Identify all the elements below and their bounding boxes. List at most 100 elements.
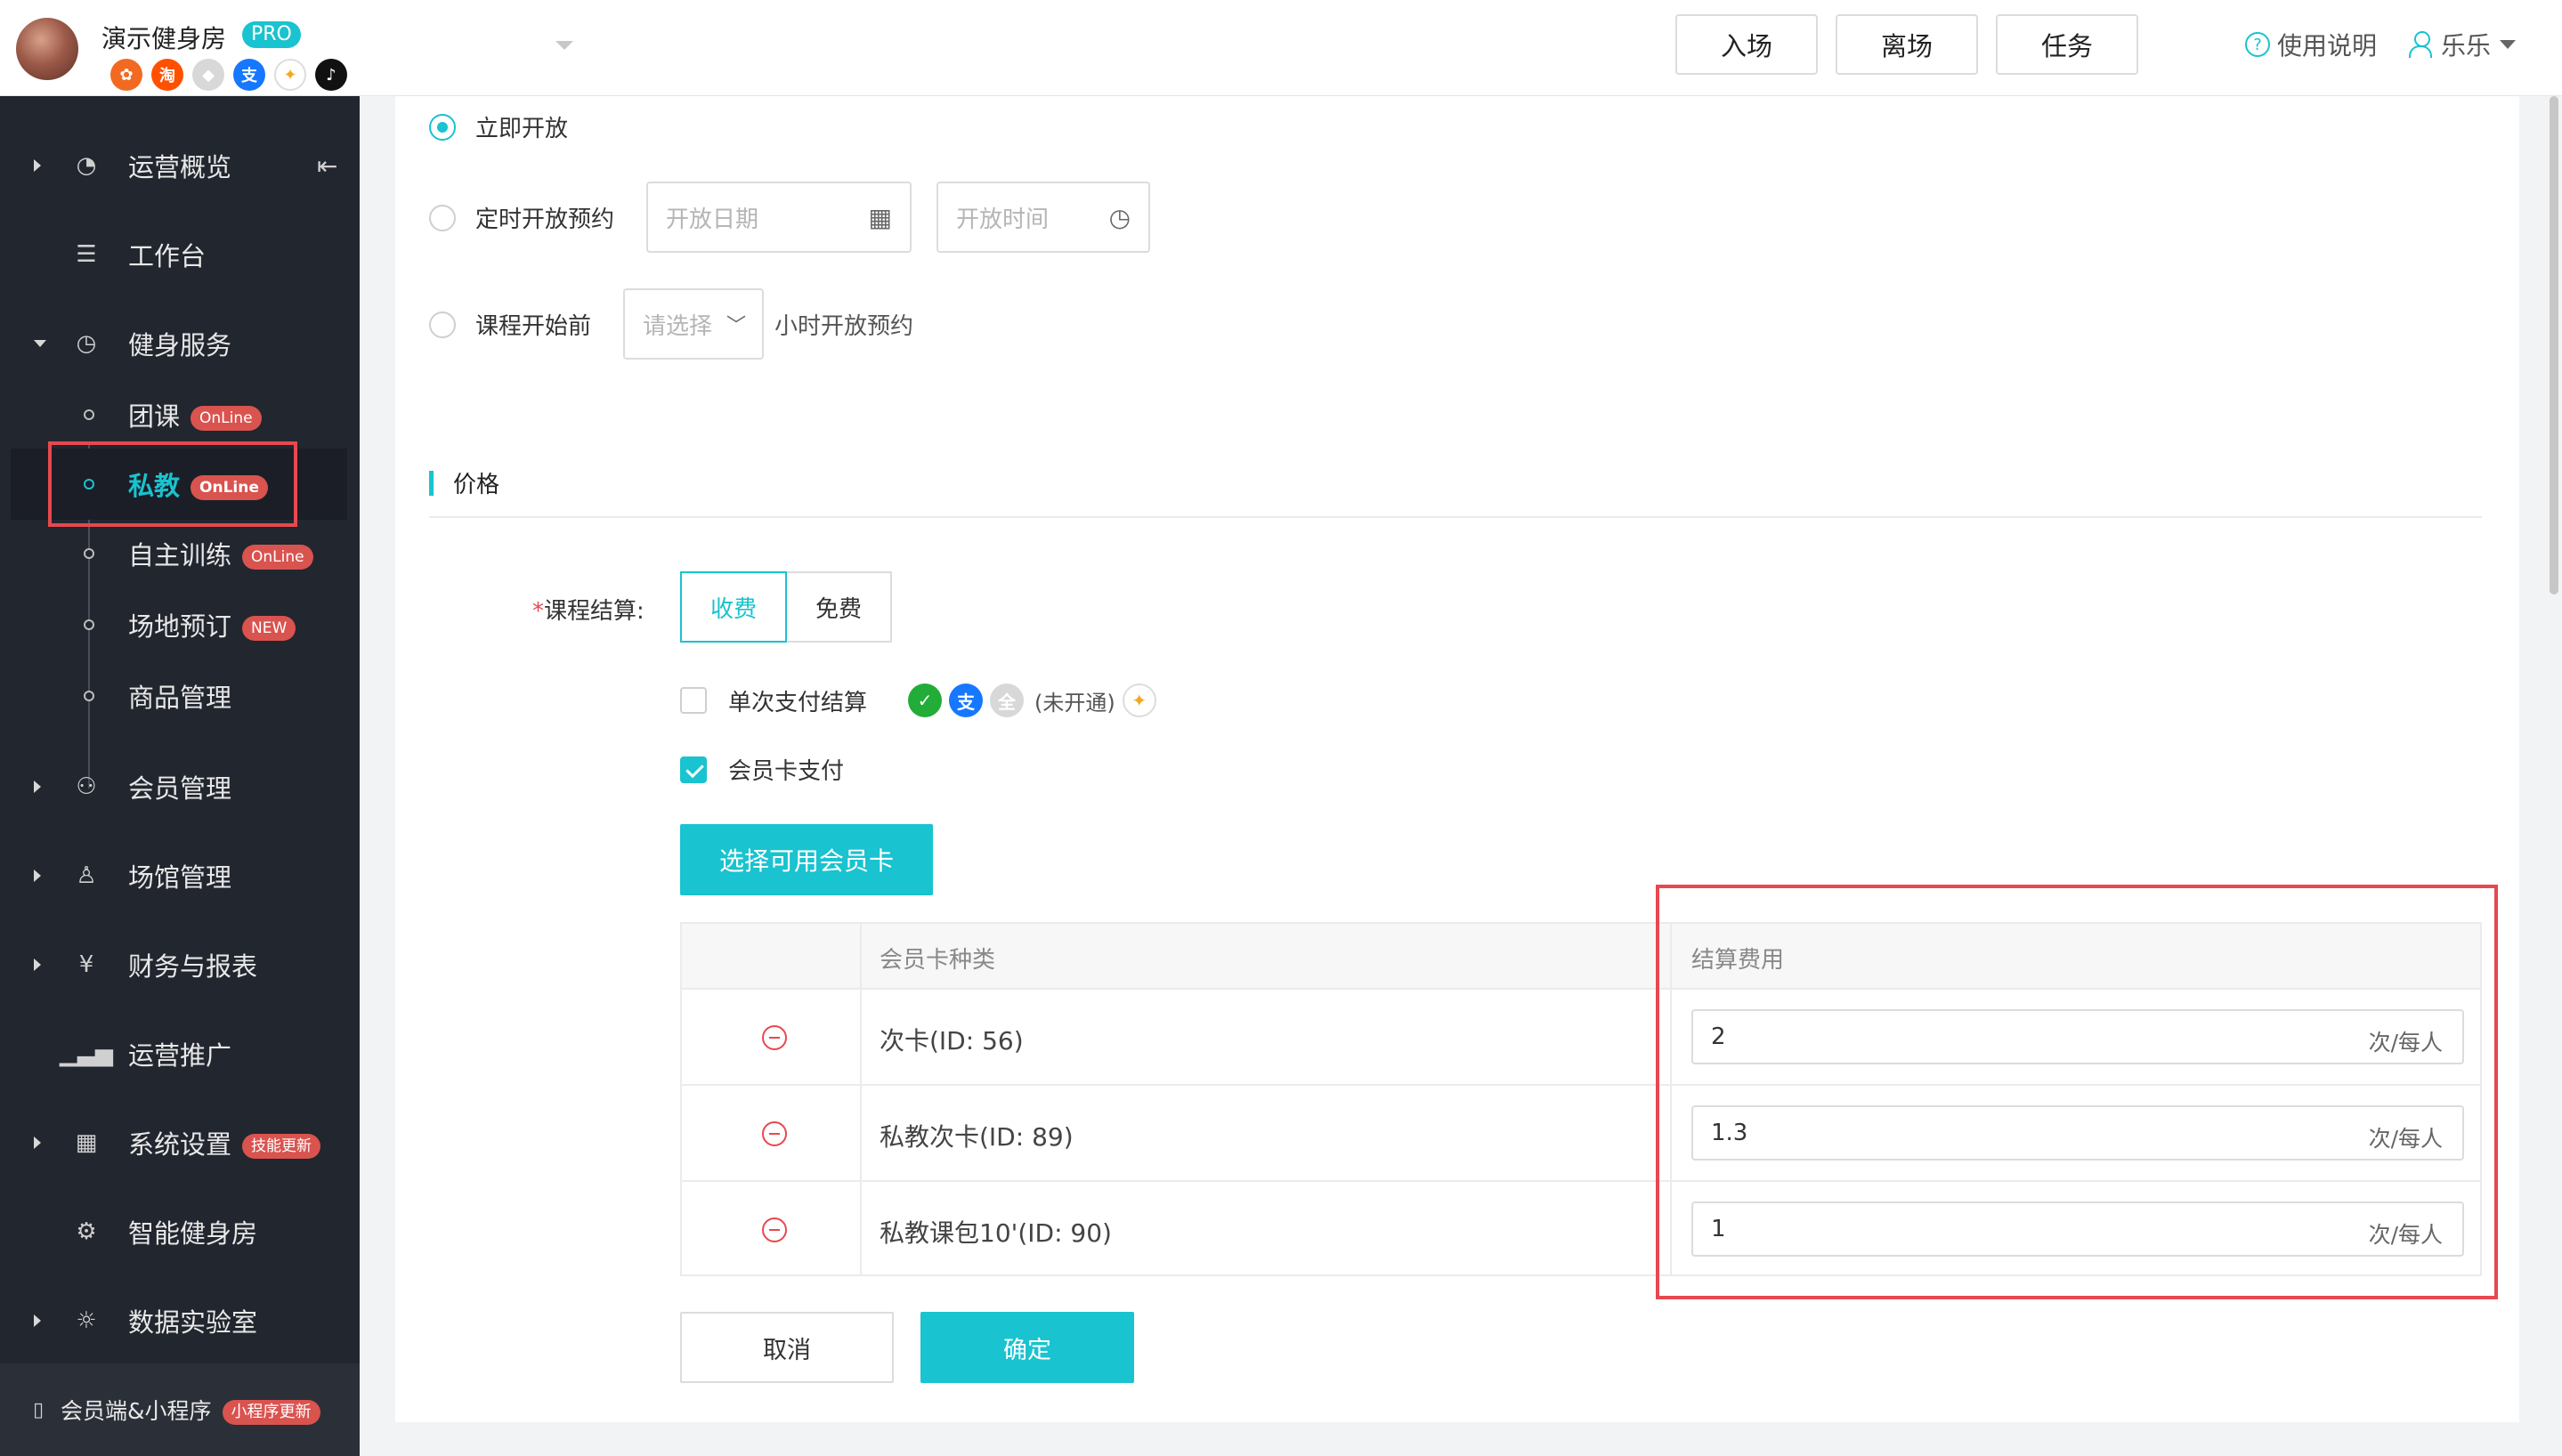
card-pay-option[interactable]: 会员卡支付 bbox=[680, 753, 844, 786]
cancel-button[interactable]: 取消 bbox=[680, 1312, 894, 1383]
remove-circle-icon[interactable] bbox=[762, 1025, 787, 1050]
tasks-button[interactable]: 任务 bbox=[1996, 14, 2138, 75]
open-now-option[interactable]: 立即开放 bbox=[429, 110, 568, 143]
hours-select[interactable]: 请选择 ﹀ bbox=[623, 288, 764, 360]
sidebar-item-smart-gym[interactable]: ⚙ 智能健身房 bbox=[0, 1196, 360, 1267]
help-label: 使用说明 bbox=[2277, 31, 2378, 61]
clock-icon: ◷ bbox=[76, 330, 97, 357]
card-pay-label: 会员卡支付 bbox=[728, 758, 845, 785]
sidebar-item-data-lab[interactable]: ☼ 数据实验室 bbox=[0, 1285, 360, 1356]
scheduled-label: 定时开放预约 bbox=[475, 206, 615, 233]
sidebar-item-overview[interactable]: ◔ 运营概览 ⇤ bbox=[0, 130, 360, 201]
expand-arrow-icon bbox=[34, 959, 41, 971]
col-card-type: 会员卡种类 bbox=[880, 947, 996, 974]
expand-arrow-icon bbox=[34, 1314, 41, 1327]
gym-switch-caret-icon[interactable] bbox=[555, 41, 573, 50]
sidebar-item-promotion[interactable]: ▁▃▅ 运营推广 bbox=[0, 1018, 360, 1089]
phone-icon: ▯ bbox=[32, 1398, 45, 1421]
hours-suffix: 小时开放预约 bbox=[774, 313, 914, 340]
scheduled-option[interactable]: 定时开放预约 bbox=[429, 201, 614, 234]
card-type-cell: 次卡(ID: 56) bbox=[880, 1026, 1024, 1056]
free-option[interactable]: 免费 bbox=[785, 571, 892, 643]
card-type-cell: 私教课包10'(ID: 90) bbox=[880, 1218, 1112, 1248]
required-mark: * bbox=[532, 598, 544, 625]
sidebar-sub-venue-booking[interactable]: 场地预订 NEW bbox=[0, 589, 360, 660]
gym-avatar[interactable] bbox=[16, 18, 78, 80]
sidebar-item-label: 运营推广 bbox=[128, 1040, 232, 1071]
submenu-dot-icon bbox=[84, 691, 94, 701]
sidebar-item-finance[interactable]: ¥ 财务与报表 bbox=[0, 929, 360, 1000]
shield-app-icon[interactable]: ◆ bbox=[192, 59, 224, 91]
pie-chart-icon: ◔ bbox=[76, 152, 97, 179]
sidebar-item-label: 工作台 bbox=[128, 241, 207, 271]
submenu-dot-icon bbox=[84, 409, 94, 420]
colorful-app-icon[interactable]: ✦ bbox=[274, 59, 306, 91]
price-title-text: 价格 bbox=[453, 472, 500, 498]
open-date-input[interactable]: 开放日期 ▦ bbox=[646, 182, 912, 253]
sidebar-item-label: 财务与报表 bbox=[128, 951, 258, 982]
sub-item-label: 团课 bbox=[128, 401, 181, 432]
sidebar-item-label: 智能健身房 bbox=[128, 1218, 258, 1249]
sidebar-item-settings[interactable]: ▦ 系统设置 技能更新 bbox=[0, 1107, 360, 1178]
new-tag: NEW bbox=[242, 616, 296, 641]
calendar-icon: ▦ bbox=[868, 202, 892, 232]
linked-apps: ✿ 淘 ◆ 支 ✦ ♪ bbox=[110, 59, 347, 91]
single-pay-option[interactable]: 单次支付结算 ✓ 支 全 (未开通) ✦ bbox=[680, 684, 1156, 717]
sidebar-item-label: 场馆管理 bbox=[128, 862, 232, 893]
radio-unchecked[interactable] bbox=[429, 204, 456, 231]
sidebar-item-fitness[interactable]: ◷ 健身服务 bbox=[0, 308, 360, 379]
members-icon: ⚇ bbox=[76, 773, 97, 800]
meituan-icon[interactable]: ✿ bbox=[110, 59, 142, 91]
card-type-cell: 私教次卡(ID: 89) bbox=[880, 1122, 1074, 1152]
help-link[interactable]: ? 使用说明 bbox=[2245, 27, 2377, 62]
section-divider bbox=[429, 516, 2482, 518]
wechat-pay-icon: ✓ bbox=[908, 684, 943, 717]
user-icon bbox=[2409, 31, 2432, 58]
collapse-arrow-icon bbox=[34, 340, 46, 347]
taobao-icon[interactable]: 淘 bbox=[151, 59, 183, 91]
confirm-button[interactable]: 确定 bbox=[920, 1312, 1134, 1383]
alipay-icon: 支 bbox=[949, 684, 984, 717]
checkbox-checked[interactable] bbox=[680, 756, 707, 783]
hours-select-placeholder: 请选择 bbox=[643, 312, 713, 340]
annotation-highlight-box bbox=[1656, 885, 2498, 1299]
top-bar: 演示健身房 PRO ✿ 淘 ◆ 支 ✦ ♪ 入场 离场 任务 ? 使用说明 乐乐 bbox=[0, 0, 2562, 96]
sidebar-sub-group-class[interactable]: 团课 OnLine bbox=[0, 379, 360, 450]
alipay-icon[interactable]: 支 bbox=[233, 59, 265, 91]
select-cards-button[interactable]: 选择可用会员卡 bbox=[680, 824, 933, 895]
sidebar-item-workbench[interactable]: ☰ 工作台 bbox=[0, 219, 360, 290]
before-course-option[interactable]: 课程开始前 bbox=[429, 308, 591, 341]
question-icon: ? bbox=[2245, 32, 2270, 57]
sidebar-sub-self-training[interactable]: 自主训练 OnLine bbox=[0, 518, 360, 589]
scrollbar[interactable] bbox=[2550, 96, 2558, 595]
sidebar-item-label: 系统设置 bbox=[128, 1129, 232, 1160]
open-time-placeholder: 开放时间 bbox=[956, 206, 1050, 233]
radio-unchecked[interactable] bbox=[429, 311, 456, 338]
leave-button[interactable]: 离场 bbox=[1836, 14, 1978, 75]
gear-icon: ⚙ bbox=[76, 1218, 97, 1245]
sub-item-label: 商品管理 bbox=[128, 683, 232, 713]
enter-button[interactable]: 入场 bbox=[1675, 14, 1818, 75]
sidebar-bottom-miniprogram[interactable]: ▯ 会员端&小程序 小程序更新 bbox=[0, 1363, 360, 1456]
sidebar-item-label: 运营概览 bbox=[128, 152, 232, 182]
sidebar-item-venue[interactable]: ♙ 场馆管理 bbox=[0, 840, 360, 911]
grid-icon: ▦ bbox=[75, 1129, 98, 1156]
sidebar: ◔ 运营概览 ⇤ ☰ 工作台 ◷ 健身服务 团课 OnLine 私教 OnLine … bbox=[0, 96, 360, 1456]
single-pay-label: 单次支付结算 bbox=[728, 689, 868, 716]
sidebar-sub-goods[interactable]: 商品管理 bbox=[0, 660, 360, 732]
radio-checked[interactable] bbox=[429, 113, 456, 141]
tiktok-icon[interactable]: ♪ bbox=[315, 59, 347, 91]
open-time-input[interactable]: 开放时间 ◷ bbox=[936, 182, 1150, 253]
sidebar-item-members[interactable]: ⚇ 会员管理 bbox=[0, 751, 360, 822]
charge-option[interactable]: 收费 bbox=[680, 571, 787, 643]
person-icon: ♙ bbox=[76, 862, 97, 889]
submenu-dot-icon bbox=[84, 619, 94, 630]
settlement-label-text: 课程结算: bbox=[544, 598, 645, 625]
user-menu[interactable]: 乐乐 bbox=[2409, 27, 2517, 62]
remove-circle-icon[interactable] bbox=[762, 1121, 787, 1146]
remove-circle-icon[interactable] bbox=[762, 1217, 787, 1242]
collapse-sidebar-icon[interactable]: ⇤ bbox=[317, 151, 337, 181]
gym-name[interactable]: 演示健身房 bbox=[101, 20, 226, 55]
sub-item-label: 场地预订 bbox=[128, 611, 232, 642]
checkbox-unchecked[interactable] bbox=[680, 687, 707, 714]
